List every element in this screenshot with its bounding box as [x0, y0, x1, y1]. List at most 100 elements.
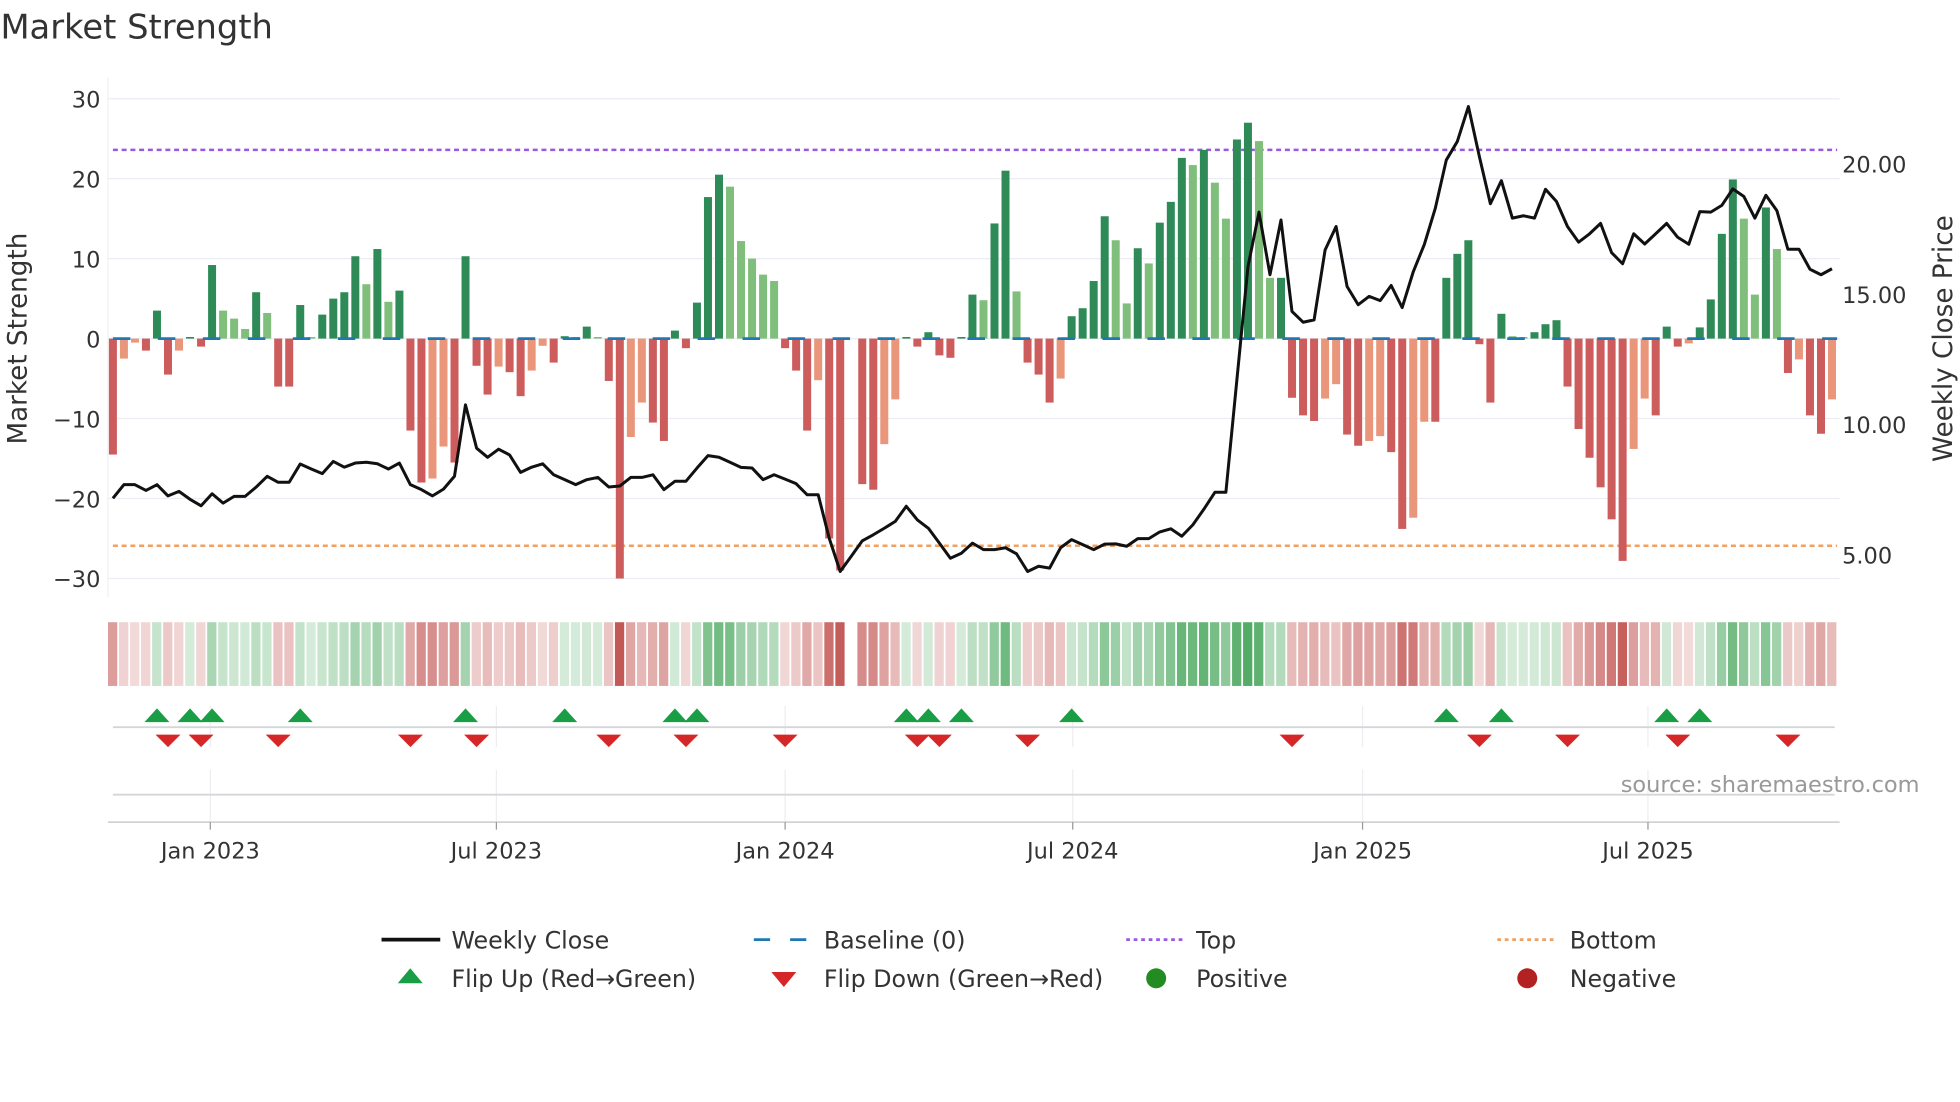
strip-cell: [934, 622, 944, 686]
x-tick-label: Jul 2024: [1025, 838, 1118, 864]
strip-cell: [515, 622, 526, 686]
strip-cell: [449, 622, 459, 686]
strip-cell: [1243, 622, 1253, 686]
strip-cell: [703, 622, 713, 686]
strip-cell: [1529, 622, 1539, 686]
strip-cell: [1176, 622, 1187, 686]
strength-bar: [659, 338, 668, 441]
strip-cell: [912, 622, 922, 686]
strength-bar: [285, 338, 294, 387]
strip-cell: [857, 622, 867, 686]
strength-heat-strip: [108, 622, 1837, 686]
strip-cell: [1738, 622, 1749, 686]
strip-cell: [526, 622, 537, 686]
strip-cell: [614, 622, 625, 686]
strip-cell: [1110, 622, 1121, 686]
flip-down-marker: [1665, 734, 1691, 748]
strip-cell: [1408, 622, 1418, 686]
strip-cell: [1694, 622, 1705, 686]
strip-cell: [625, 622, 636, 686]
strip-cell: [174, 622, 184, 686]
strength-bar: [483, 338, 492, 395]
legend-item: Weekly Close: [381, 926, 609, 954]
strength-bar: [615, 338, 624, 579]
strip-cell: [989, 622, 999, 686]
strip-cell: [1639, 622, 1650, 686]
strip-cell: [1320, 622, 1330, 686]
strip-cell: [1683, 622, 1694, 686]
strip-cell: [1298, 622, 1308, 686]
strip-cell: [1772, 622, 1782, 686]
strip-cell: [1705, 622, 1716, 686]
strength-bar: [505, 338, 514, 373]
strip-cell: [284, 622, 294, 686]
strip-cell: [1210, 622, 1220, 686]
strip-cell: [901, 622, 911, 686]
strip-cell: [460, 622, 470, 686]
strength-bar: [1640, 338, 1649, 399]
flip-up-marker: [552, 708, 578, 723]
circle-icon: [1517, 968, 1538, 989]
legend-label: Top: [1195, 926, 1236, 954]
strip-cell: [879, 622, 889, 686]
strength-bar: [1089, 281, 1098, 339]
strip-cell: [813, 622, 823, 686]
legend-label: Bottom: [1570, 926, 1657, 954]
strip-cell: [559, 622, 570, 686]
strength-bar: [1265, 277, 1274, 339]
strength-bar: [1299, 338, 1308, 416]
strength-bar: [1442, 277, 1451, 339]
strength-bar: [1398, 338, 1407, 529]
flip-up-marker: [1059, 708, 1085, 723]
strip-cell: [262, 622, 272, 686]
strength-bar: [406, 338, 415, 431]
strip-cell: [1606, 622, 1616, 686]
strength-bar: [428, 338, 437, 479]
strength-bar: [1464, 240, 1473, 339]
strip-cell: [1551, 622, 1561, 686]
legend-label: Positive: [1196, 965, 1287, 993]
strip-cell: [802, 622, 812, 686]
strength-bar: [1365, 338, 1374, 441]
flip-up-marker: [453, 708, 479, 723]
strip-cell: [1265, 622, 1275, 686]
strength-bar: [1122, 303, 1131, 339]
strip-cell: [1617, 622, 1628, 686]
flip-down-marker: [265, 734, 291, 748]
left-axis-ticks: 30 20 10 0 −10 −20 −30: [53, 87, 100, 593]
market-strength-chart: Market Strength 30 20 10 0 −10 −20 −30 20.00 15…: [0, 8, 1959, 993]
strip-cell: [1661, 622, 1672, 686]
strength-bar: [1761, 207, 1770, 339]
strength-bar: [1387, 338, 1396, 453]
strip-cell: [251, 622, 261, 686]
strip-cell: [890, 622, 900, 686]
legend: Weekly Close Baseline (0) Top Bottom Flip Up…: [381, 926, 1676, 993]
strength-bar: [119, 338, 128, 359]
strength-bar: [1497, 313, 1506, 339]
strength-bar: [439, 338, 448, 447]
strength-bar: [130, 338, 139, 343]
strength-bar: [1277, 277, 1286, 339]
strength-bar: [1728, 179, 1737, 339]
strip-cell: [1187, 622, 1198, 686]
strip-cell: [1716, 622, 1727, 686]
strength-bar: [1706, 299, 1715, 339]
strip-cell: [196, 622, 206, 686]
strength-bar: [836, 338, 845, 571]
strength-bar: [1023, 338, 1032, 363]
strip-cell: [1584, 622, 1594, 686]
flip-up-marker: [662, 708, 688, 723]
strip-cell: [769, 622, 779, 686]
strip-cell: [967, 622, 977, 686]
strength-bar: [891, 338, 900, 400]
strip-cell: [868, 622, 878, 686]
strength-bar: [219, 310, 228, 339]
flip-down-marker: [464, 734, 490, 748]
strength-bar: [1739, 218, 1748, 339]
flip-down-marker: [904, 734, 930, 748]
strength-bar: [1111, 240, 1120, 339]
legend-item: Bottom: [1497, 926, 1657, 954]
strip-cell: [295, 622, 305, 686]
strip-cell: [108, 622, 118, 686]
strength-bar: [1453, 253, 1462, 339]
